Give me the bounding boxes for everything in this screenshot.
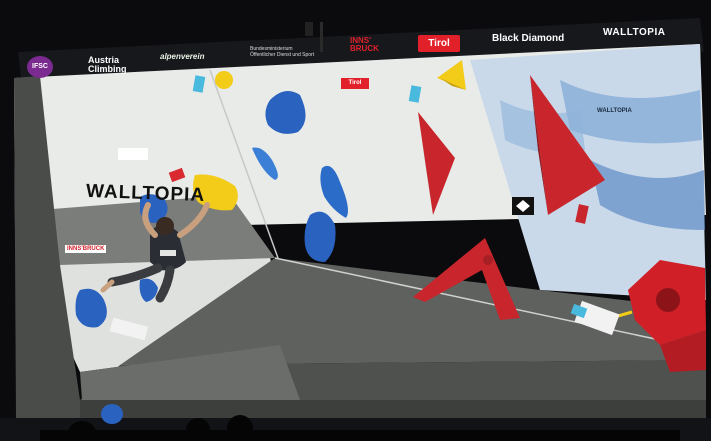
ifsc-logo: IFSC [27,56,53,78]
wall-innsbruck-label: INNS'BRUCK [65,245,107,253]
wall-walltopia-label: WALLTOPIA [85,180,206,207]
wall-walltopia-small-label: WALLTOPIA [597,108,632,114]
innsbruck-logo: INNS' BRUCK [350,37,379,53]
bundesministerium-line2: Öffentlicher Dienst und Sport [250,52,315,58]
bundesministerium-logo: Bundesministerium Öffentlicher Dienst un… [250,46,314,58]
lamp-rig [320,22,323,52]
austria-climbing-logo: Austria Climbing [88,56,127,74]
tirol-logo: Tirol [418,35,460,52]
black-diamond-logo: Black Diamond [492,33,565,44]
sponsor-tag-white [118,148,148,160]
wall-tirol-label: Tirol [341,78,369,89]
innsbruck-line2: BRUCK [350,44,379,53]
austria-climbing-line2: Climbing [88,64,127,74]
blue-hold-floor [101,404,123,424]
alpenverein-logo: alpenverein [160,52,205,61]
red-hold-box-recess [656,288,680,312]
red-hold-tripod-bolt [483,255,493,265]
blue-hold-4 [304,211,336,262]
audience-row [40,430,680,441]
walltopia-logo: WALLTOPIA [603,27,666,38]
yellow-hold-2 [215,71,233,89]
ceiling-lamp [305,22,313,36]
wall-base [80,400,706,418]
